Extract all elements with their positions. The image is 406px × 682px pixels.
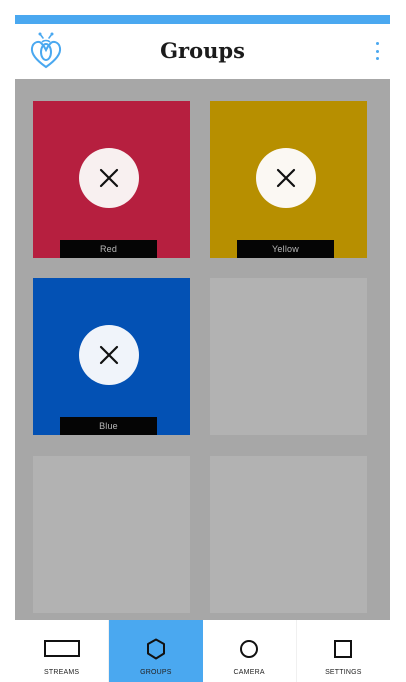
remove-group-button[interactable]: [256, 148, 316, 208]
square-icon: [333, 639, 353, 659]
remove-group-button[interactable]: [79, 325, 139, 385]
empty-group-slot[interactable]: [210, 278, 367, 435]
status-bar: [15, 15, 390, 24]
rectangle-icon: [43, 639, 80, 659]
tab-camera[interactable]: CAMERA: [203, 620, 296, 682]
circle-icon: [239, 639, 259, 659]
tab-label: GROUPS: [140, 669, 172, 676]
group-tile-red[interactable]: Red: [33, 101, 190, 258]
group-name-label: Blue: [60, 417, 157, 435]
close-icon: [276, 168, 296, 188]
group-tile-blue[interactable]: Blue: [33, 278, 190, 435]
remove-group-button[interactable]: [79, 148, 139, 208]
group-name-label: Red: [60, 240, 157, 258]
hexagon-icon: [146, 638, 166, 660]
close-icon: [99, 168, 119, 188]
tab-label: CAMERA: [233, 669, 265, 676]
tab-label: STREAMS: [44, 669, 80, 676]
empty-group-slot[interactable]: [33, 456, 190, 613]
tab-label: SETTINGS: [325, 669, 362, 676]
bottom-tab-bar: STREAMS GROUPS CAMERA SETTINGS: [15, 620, 390, 682]
groups-grid: Red Yellow Blue: [15, 79, 390, 620]
app-frame: Groups Red Yellow Blue STREAMS GROUPS CA…: [15, 15, 390, 682]
group-name-label: Yellow: [237, 240, 334, 258]
tab-groups[interactable]: GROUPS: [108, 620, 203, 682]
group-tile-yellow[interactable]: Yellow: [210, 101, 367, 258]
empty-group-slot[interactable]: [210, 456, 367, 613]
more-vertical-icon[interactable]: [372, 39, 382, 63]
tab-streams[interactable]: STREAMS: [15, 620, 108, 682]
header: Groups: [15, 24, 390, 79]
tab-settings[interactable]: SETTINGS: [295, 620, 390, 682]
close-icon: [99, 345, 119, 365]
page-title: Groups: [160, 38, 245, 63]
